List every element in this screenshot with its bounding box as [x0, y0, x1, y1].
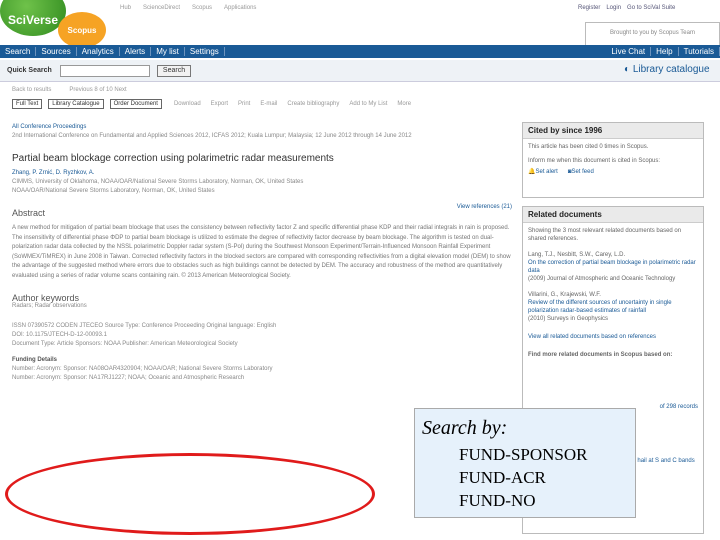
keywords: Radars; Radar observations — [12, 303, 87, 309]
view-all-related-link[interactable]: View all related documents based on refe… — [528, 333, 698, 341]
more-link[interactable]: More — [397, 101, 411, 107]
abstract-text: A new method for mitigation of partial b… — [12, 225, 511, 279]
set-alert-link[interactable]: 🔔Set alert — [528, 168, 558, 176]
quick-search-label: Quick Search — [7, 67, 52, 74]
related-doc-2-source: (2010) Surveys in Geophysics — [528, 316, 609, 322]
top-header: SciVerse Scopus Hub ScienceDirect Scopus… — [0, 0, 720, 50]
cited-by-panel: Cited by since 1996 This article has bee… — [522, 122, 704, 198]
callout-heading: Search by: — [422, 417, 508, 439]
nav-alerts[interactable]: Alerts — [120, 47, 152, 56]
affiliation-1: CIMMS, University of Oklahoma, NOAA/OAR/… — [12, 179, 304, 185]
related-doc-2-title[interactable]: Review of the different sources of uncer… — [528, 299, 698, 315]
related-doc-2-authors: Villarini, G., Krajewski, W.F. — [528, 292, 601, 298]
funding-row-1: Number: Acronym: Sponsor: NA08OAR4320904… — [12, 366, 273, 372]
export-link[interactable]: Export — [211, 101, 228, 107]
find-more-text: Find more related documents in Scopus ba… — [528, 352, 673, 358]
main-nav: Search Sources Analytics Alerts My list … — [0, 45, 720, 58]
nav-help[interactable]: Help — [651, 47, 679, 56]
meta-line-1: ISSN 07390572 CODEN JTECEO Source Type: … — [12, 323, 277, 329]
account-links: Register Login Go to SciVal Suite — [578, 5, 675, 11]
email-link[interactable]: E-mail — [260, 101, 277, 107]
document-record: All Conference Proceedings 2nd Internati… — [12, 124, 512, 384]
meta-line-3: Document Type: Article Sponsors: NOAA Pu… — [12, 341, 238, 347]
library-catalogue-button[interactable]: Library Catalogue — [48, 99, 104, 109]
nav-tutorials[interactable]: Tutorials — [679, 47, 720, 56]
nav-analytics[interactable]: Analytics — [77, 47, 120, 56]
quick-search-button[interactable]: Search — [157, 65, 191, 77]
affiliation-2: NOAA/OAR/National Severe Storms Laborato… — [12, 188, 215, 194]
back-to-results[interactable]: Back to results — [12, 87, 51, 93]
full-text-button[interactable]: Full Text — [12, 99, 43, 109]
funding-row-2: Number: Acronym: Sponsor: NA17RJ1227; NO… — [12, 375, 245, 381]
scival-link[interactable]: Go to SciVal Suite — [627, 5, 675, 11]
related-doc-1-title[interactable]: On the correction of partial beam blocka… — [528, 259, 698, 275]
add-to-list-link[interactable]: Add to My List — [349, 101, 387, 107]
link-scopus[interactable]: Scopus — [192, 5, 212, 11]
register-link[interactable]: Register — [578, 5, 600, 11]
bibliography-link[interactable]: Create bibliography — [287, 101, 339, 107]
source-type[interactable]: All Conference Proceedings — [12, 124, 512, 130]
sciverse-logo[interactable]: SciVerse — [0, 0, 66, 36]
top-links: Hub ScienceDirect Scopus Applications — [120, 5, 256, 11]
library-icon: ◐ — [624, 64, 633, 75]
view-references-link[interactable]: View references (21) — [457, 204, 512, 215]
cited-by-heading: Cited by since 1996 — [523, 123, 703, 139]
related-doc-1-source: (2009) Journal of Atmospheric and Oceani… — [528, 276, 676, 282]
document-toolbar: Full Text Library Catalogue Order Docume… — [12, 99, 411, 109]
callout-item-fund-no: FUND-NO — [459, 491, 536, 510]
meta-line-2: DOI: 10.1175/JTECH-D-12-00093.1 — [12, 332, 107, 338]
scopus-logo[interactable]: Scopus — [58, 12, 106, 48]
library-catalogue-link[interactable]: ◐ Library catalogue — [624, 64, 710, 75]
related-doc-1-authors: Lang, T.J., Nesbitt, S.W., Carey, L.D. — [528, 252, 626, 258]
keywords-heading: Author keywords — [12, 293, 80, 303]
nav-search[interactable]: Search — [0, 47, 37, 56]
link-hub[interactable]: Hub — [120, 5, 131, 11]
link-applications[interactable]: Applications — [224, 5, 256, 11]
breadcrumb: Back to results Previous 8 of 10 Next — [12, 87, 127, 93]
print-link[interactable]: Print — [238, 101, 250, 107]
nav-my-list[interactable]: My list — [151, 47, 185, 56]
link-sciencedirect[interactable]: ScienceDirect — [143, 5, 180, 11]
callout-item-fund-sponsor: FUND-SPONSOR — [459, 445, 588, 464]
login-link[interactable]: Login — [606, 5, 621, 11]
callout-item-fund-acr: FUND-ACR — [459, 468, 546, 487]
related-heading: Related documents — [523, 207, 703, 223]
order-document-button[interactable]: Order Document — [109, 99, 162, 109]
quick-search-bar: Quick Search Search ◐ Library catalogue — [0, 60, 720, 82]
abstract-heading: Abstract — [12, 208, 46, 218]
nav-live-chat[interactable]: Live Chat — [606, 47, 652, 56]
authors[interactable]: Zhang, P. Zrnić, D. Ryzhkov, A. — [12, 170, 512, 176]
toolbar-links: Download Export Print E-mail Create bibl… — [174, 101, 411, 107]
document-title: Partial beam blockage correction using p… — [12, 153, 334, 164]
download-link[interactable]: Download — [174, 101, 201, 107]
pager[interactable]: Previous 8 of 10 Next — [69, 87, 126, 93]
nav-right: Live Chat Help Tutorials — [606, 47, 720, 56]
funding-highlight-ellipse — [5, 453, 375, 535]
funding-heading: Funding Details — [12, 357, 57, 363]
search-by-callout: Search by: FUND-SPONSOR FUND-ACR FUND-NO — [414, 408, 636, 518]
cited-count: This article has been cited 0 times in S… — [528, 144, 649, 150]
nav-settings[interactable]: Settings — [185, 47, 225, 56]
conference-info: 2nd International Conference on Fundamen… — [12, 133, 412, 139]
set-feed-link[interactable]: ◙Set feed — [568, 168, 594, 176]
nav-sources[interactable]: Sources — [36, 47, 77, 56]
alert-text: Inform me when this document is cited in… — [528, 158, 661, 164]
related-intro: Showing the 3 most relevant related docu… — [528, 228, 682, 242]
quick-search-input[interactable] — [60, 65, 150, 77]
